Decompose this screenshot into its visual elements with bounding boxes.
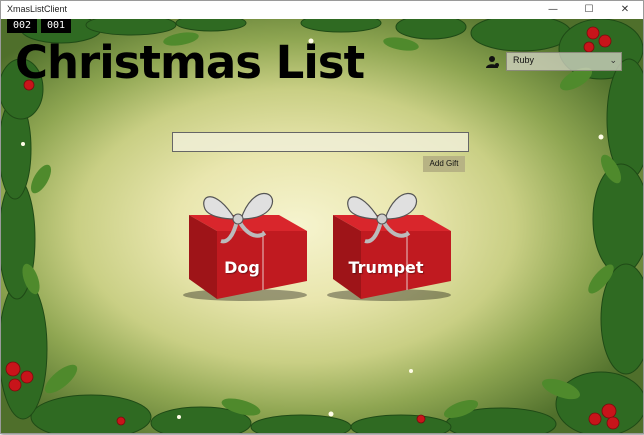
gift-label: Trumpet [348,258,424,277]
counter-right: 001 [41,19,71,33]
chevron-down-icon: ⌄ [609,56,617,66]
page-title: Christmas List [15,36,365,89]
user-dropdown[interactable]: Ruby ⌄ [506,52,622,71]
gift-name-input[interactable] [172,132,469,152]
window-title: XmasListClient [7,4,68,14]
counter-left: 002 [7,19,37,33]
app-content: 002 001 Christmas List Ruby ⌄ Add Gift D… [1,19,643,433]
gift-box-icon [327,192,451,301]
minimize-button[interactable]: — [535,1,571,19]
title-bar[interactable]: XmasListClient — ☐ ✕ [1,1,643,19]
gift-item-trumpet[interactable]: Trumpet [319,177,453,307]
maximize-button[interactable]: ☐ [571,1,607,19]
user-dropdown-value: Ruby [513,55,535,65]
gift-box-icon [183,192,307,301]
add-gift-button[interactable]: Add Gift [423,156,465,172]
app-window: XmasListClient — ☐ ✕ 002 001 Christmas L… [0,0,644,434]
user-icon [486,56,499,68]
gift-item-dog[interactable]: Dog [175,177,309,307]
gift-label: Dog [224,258,260,277]
close-button[interactable]: ✕ [607,1,643,19]
